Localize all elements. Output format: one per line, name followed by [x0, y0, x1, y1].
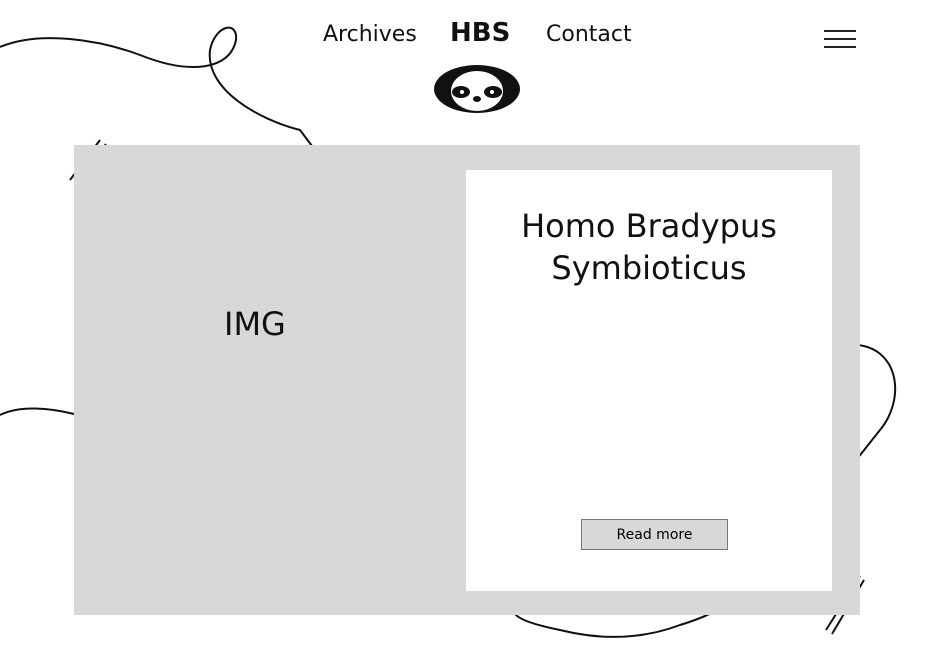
sloth-logo-icon[interactable] [433, 64, 521, 114]
nav-archives[interactable]: Archives [323, 22, 417, 47]
nav-contact[interactable]: Contact [546, 22, 632, 47]
hamburger-menu-button[interactable] [824, 30, 856, 50]
brand-link[interactable]: HBS [450, 18, 510, 48]
image-placeholder: IMG [224, 305, 286, 343]
hero-title: Homo Bradypus Symbioticus [521, 207, 777, 287]
read-more-button[interactable]: Read more [581, 519, 728, 550]
